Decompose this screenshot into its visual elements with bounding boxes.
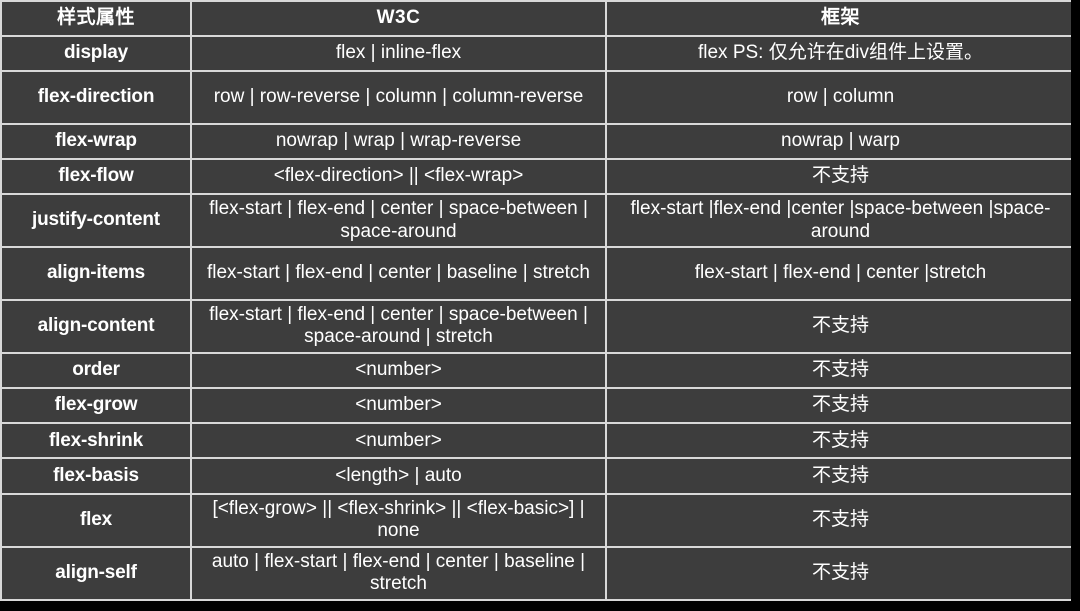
cell-property-flex-direction: flex-direction <box>0 70 192 125</box>
table-row: display flex | inline-flex flex PS: 仅允许在… <box>0 34 1071 73</box>
cell-property-flex-grow: flex-grow <box>0 386 192 425</box>
cell-w3c-flex: [<flex-grow> || <flex-shrink> || <flex-b… <box>190 492 607 548</box>
table-row: align-items flex-start | flex-end | cent… <box>0 246 1071 301</box>
cell-w3c-display: flex | inline-flex <box>190 34 607 73</box>
cell-property-order: order <box>0 351 192 389</box>
cell-property-align-content: align-content <box>0 298 192 354</box>
table-row: flex [<flex-grow> || <flex-shrink> || <f… <box>0 492 1071 548</box>
flex-property-table: 样式属性 W3C 框架 display flex | inline-flex f… <box>0 0 1071 601</box>
column-header-property: 样式属性 <box>0 0 192 37</box>
cell-framework-flex-flow: 不支持 <box>605 157 1071 196</box>
cell-framework-justify-content: flex-start |flex-end |center |space-betw… <box>605 192 1071 249</box>
cell-property-display: display <box>0 34 192 73</box>
flex-property-table-container: 样式属性 W3C 框架 display flex | inline-flex f… <box>0 0 1074 604</box>
cell-w3c-flex-direction: row | row-reverse | column | column-reve… <box>190 70 607 125</box>
table-row: flex-grow <number> 不支持 <box>0 386 1071 425</box>
cell-w3c-align-self: auto | flex-start | flex-end | center | … <box>190 545 607 601</box>
cell-framework-align-items: flex-start | flex-end | center |stretch <box>605 246 1071 301</box>
page-root: 样式属性 W3C 框架 display flex | inline-flex f… <box>0 0 1080 611</box>
cell-property-flex-wrap: flex-wrap <box>0 122 192 160</box>
table-header-row: 样式属性 W3C 框架 <box>0 0 1071 37</box>
cell-w3c-flex-shrink: <number> <box>190 422 607 460</box>
cell-w3c-flex-flow: <flex-direction> || <flex-wrap> <box>190 157 607 196</box>
cell-w3c-order: <number> <box>190 351 607 389</box>
table-row: flex-flow <flex-direction> || <flex-wrap… <box>0 157 1071 196</box>
table-row: flex-wrap nowrap | wrap | wrap-reverse n… <box>0 122 1071 160</box>
cell-property-flex-flow: flex-flow <box>0 157 192 196</box>
cell-property-align-items: align-items <box>0 246 192 301</box>
cell-w3c-flex-grow: <number> <box>190 386 607 425</box>
cell-w3c-flex-wrap: nowrap | wrap | wrap-reverse <box>190 122 607 160</box>
table-row: justify-content flex-start | flex-end | … <box>0 192 1071 249</box>
cell-framework-order: 不支持 <box>605 351 1071 389</box>
cell-framework-align-content: 不支持 <box>605 298 1071 354</box>
cell-framework-flex-basis: 不支持 <box>605 457 1071 495</box>
table-row: flex-basis <length> | auto 不支持 <box>0 457 1071 495</box>
cell-w3c-align-content: flex-start | flex-end | center | space-b… <box>190 298 607 354</box>
cell-framework-flex-wrap: nowrap | warp <box>605 122 1071 160</box>
cell-framework-flex-grow: 不支持 <box>605 386 1071 425</box>
column-header-w3c: W3C <box>190 0 607 37</box>
cell-framework-display: flex PS: 仅允许在div组件上设置。 <box>605 34 1071 73</box>
cell-w3c-justify-content: flex-start | flex-end | center | space-b… <box>190 192 607 249</box>
table-row: align-content flex-start | flex-end | ce… <box>0 298 1071 354</box>
cell-framework-flex-shrink: 不支持 <box>605 422 1071 460</box>
table-row: flex-direction row | row-reverse | colum… <box>0 70 1071 125</box>
column-header-framework: 框架 <box>605 0 1071 37</box>
table-row: order <number> 不支持 <box>0 351 1071 389</box>
cell-property-flex-shrink: flex-shrink <box>0 422 192 460</box>
cell-property-align-self: align-self <box>0 545 192 601</box>
table-header: 样式属性 W3C 框架 <box>0 0 1071 37</box>
table-body: display flex | inline-flex flex PS: 仅允许在… <box>0 34 1071 601</box>
cell-framework-flex-direction: row | column <box>605 70 1071 125</box>
cell-property-flex: flex <box>0 492 192 548</box>
cell-property-justify-content: justify-content <box>0 192 192 249</box>
table-row: flex-shrink <number> 不支持 <box>0 422 1071 460</box>
cell-property-flex-basis: flex-basis <box>0 457 192 495</box>
cell-framework-align-self: 不支持 <box>605 545 1071 601</box>
table-row: align-self auto | flex-start | flex-end … <box>0 545 1071 601</box>
cell-w3c-align-items: flex-start | flex-end | center | baselin… <box>190 246 607 301</box>
cell-framework-flex: 不支持 <box>605 492 1071 548</box>
cell-w3c-flex-basis: <length> | auto <box>190 457 607 495</box>
